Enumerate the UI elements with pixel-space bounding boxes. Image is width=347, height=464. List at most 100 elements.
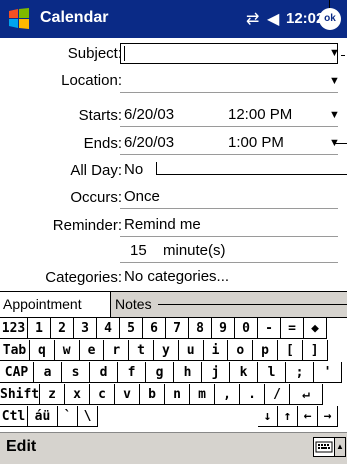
key-row4-0[interactable]: Shift — [0, 384, 40, 405]
key-row2-4[interactable]: r — [104, 340, 130, 361]
key-row1-13[interactable]: ◆ — [304, 318, 327, 339]
key-row2-7[interactable]: u — [178, 340, 204, 361]
ends-underline — [120, 154, 338, 155]
key-row3-2[interactable]: s — [62, 362, 90, 383]
ends-label: Ends: — [83, 135, 122, 152]
keyboard-icon[interactable] — [313, 437, 335, 457]
ok-button[interactable]: ok — [319, 8, 341, 30]
key-row3-8[interactable]: k — [230, 362, 258, 383]
subject-field[interactable] — [120, 43, 338, 64]
key-row4-6[interactable]: n — [165, 384, 190, 405]
key-row3-3[interactable]: d — [90, 362, 118, 383]
key-row1-12[interactable]: = — [281, 318, 304, 339]
key-row3-10[interactable]: ; — [286, 362, 314, 383]
callout-line — [158, 304, 347, 305]
key-row5-3[interactable]: \ — [78, 406, 98, 427]
tab-appointment-label: Appointment — [3, 296, 82, 312]
key-row3-1[interactable]: a — [34, 362, 62, 383]
key-row2-11[interactable]: [ — [278, 340, 303, 361]
callout-line — [334, 143, 347, 144]
key-row3-11[interactable]: ' — [314, 362, 342, 383]
allday-label: All Day: — [70, 162, 122, 179]
starts-date[interactable]: 6/20/03 — [124, 106, 174, 123]
subject-label: Subject: — [67, 45, 122, 62]
key-row1-6[interactable]: 6 — [143, 318, 166, 339]
key-row4-4[interactable]: v — [115, 384, 140, 405]
key-row1-8[interactable]: 8 — [189, 318, 212, 339]
allday-value[interactable]: No — [124, 161, 143, 178]
key-row4-8[interactable]: , — [215, 384, 240, 405]
key-row2-10[interactable]: p — [253, 340, 278, 361]
key-row1-2[interactable]: 2 — [51, 318, 74, 339]
key-row3-0[interactable]: CAP — [0, 362, 34, 383]
key-row1-5[interactable]: 5 — [120, 318, 143, 339]
categories-value[interactable]: No categories... — [124, 268, 229, 285]
key-row2-8[interactable]: i — [203, 340, 229, 361]
reminder-value[interactable]: Remind me — [124, 216, 201, 233]
key-row5-2[interactable]: ` — [58, 406, 78, 427]
key-row3-6[interactable]: h — [174, 362, 202, 383]
ends-time[interactable]: 1:00 PM — [228, 134, 284, 151]
app-title: Calendar — [40, 9, 109, 26]
key-row2-12[interactable]: ] — [302, 340, 328, 361]
key-row4-3[interactable]: c — [90, 384, 115, 405]
key-row2-6[interactable]: y — [154, 340, 179, 361]
callout-line — [156, 174, 347, 175]
reminder-unit[interactable]: minute(s) — [163, 242, 226, 259]
key-row1-7[interactable]: 7 — [166, 318, 189, 339]
connectivity-icon[interactable]: ⇄ — [246, 9, 259, 29]
key-row2-1[interactable]: q — [30, 340, 55, 361]
key-row5-0[interactable]: Ctl — [0, 406, 28, 427]
key-row2-3[interactable]: e — [79, 340, 105, 361]
edit-menu[interactable]: Edit — [6, 438, 36, 456]
key-row4-5[interactable]: b — [140, 384, 165, 405]
location-dropdown-icon[interactable]: ▼ — [329, 75, 340, 87]
reminder-underline — [120, 236, 338, 237]
occurs-underline — [120, 208, 338, 209]
starts-time[interactable]: 12:00 PM — [228, 106, 292, 123]
key-row2-9[interactable]: o — [228, 340, 254, 361]
key-row4-9[interactable]: . — [240, 384, 265, 405]
key-row3-4[interactable]: f — [118, 362, 146, 383]
location-label: Location: — [61, 72, 122, 89]
key-row2-0[interactable]: Tab — [0, 340, 30, 361]
key-row3-9[interactable]: l — [258, 362, 286, 383]
key-row3-7[interactable]: j — [202, 362, 230, 383]
starts-dropdown-icon[interactable]: ▼ — [329, 109, 340, 121]
key-row1-10[interactable]: 0 — [235, 318, 258, 339]
starts-underline — [120, 126, 338, 127]
key-row1-0[interactable]: 123 — [0, 318, 28, 339]
key-row5-5[interactable]: ↑ — [278, 406, 298, 427]
starts-label: Starts: — [78, 107, 122, 124]
key-row4-1[interactable]: z — [40, 384, 65, 405]
key-row5-1[interactable]: áü — [28, 406, 58, 427]
key-row1-1[interactable]: 1 — [28, 318, 51, 339]
callout-line — [329, 0, 330, 8]
key-row2-2[interactable]: w — [54, 340, 80, 361]
ends-date[interactable]: 6/20/03 — [124, 134, 174, 151]
key-row1-4[interactable]: 4 — [97, 318, 120, 339]
start-menu-icon[interactable] — [6, 7, 32, 31]
key-row4-11[interactable]: ↵ — [290, 384, 323, 405]
key-row5-4[interactable]: ↓ — [258, 406, 278, 427]
volume-icon[interactable]: ◀ — [267, 9, 279, 29]
key-row2-5[interactable]: t — [129, 340, 154, 361]
key-row1-9[interactable]: 9 — [212, 318, 235, 339]
tab-appointment[interactable]: Appointment — [0, 292, 111, 317]
callout-line — [341, 55, 345, 56]
reminder-amount[interactable]: 15 — [130, 242, 147, 259]
key-row4-7[interactable]: m — [190, 384, 215, 405]
text-cursor — [124, 46, 125, 61]
occurs-value[interactable]: Once — [124, 188, 160, 205]
input-selector-arrow-icon[interactable]: ▲ — [334, 437, 346, 457]
key-row1-3[interactable]: 3 — [74, 318, 97, 339]
location-field[interactable] — [120, 92, 338, 93]
menu-bar — [0, 432, 347, 464]
key-row3-5[interactable]: g — [146, 362, 174, 383]
subject-dropdown-icon[interactable]: ▼ — [329, 47, 340, 59]
key-row5-6[interactable]: ← — [298, 406, 318, 427]
key-row4-10[interactable]: / — [265, 384, 290, 405]
key-row5-7[interactable]: → — [318, 406, 338, 427]
key-row4-2[interactable]: x — [65, 384, 90, 405]
key-row1-11[interactable]: - — [258, 318, 281, 339]
